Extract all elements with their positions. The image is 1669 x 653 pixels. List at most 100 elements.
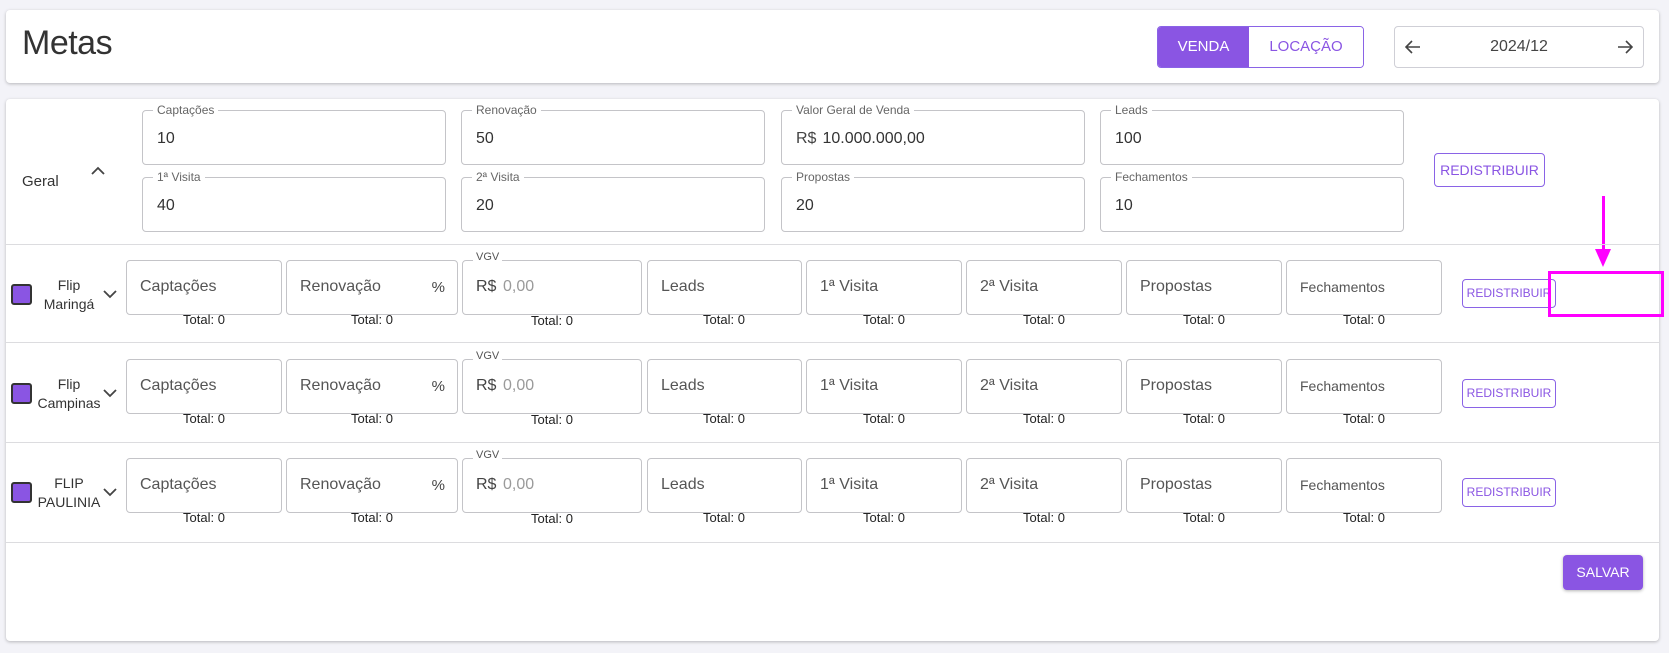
placeholder: 1ª Visita [820, 476, 879, 493]
visita2-input[interactable]: 2ª Visita [966, 260, 1122, 315]
renovacao-input[interactable]: Renovação% [286, 260, 458, 315]
field-value: 100 [1115, 130, 1142, 147]
placeholder: Leads [661, 278, 705, 295]
row-redistribute-button[interactable]: REDISTRIBUIR [1462, 279, 1556, 308]
placeholder: Fechamentos [1300, 378, 1385, 394]
chevron-down-icon[interactable] [102, 484, 118, 500]
renovacao-input[interactable]: Renovação% [286, 458, 458, 513]
visita1-input[interactable]: 1ª Visita [806, 260, 962, 315]
chevron-up-icon[interactable] [90, 162, 106, 178]
tab-locacao[interactable]: LOCAÇÃO [1249, 27, 1363, 67]
field-value: 20 [476, 197, 494, 214]
geral-renovacao-field[interactable]: Renovação 50 [461, 103, 765, 165]
chevron-down-icon[interactable] [102, 286, 118, 302]
row-checkbox[interactable] [11, 284, 32, 305]
total-vgv: Total: 0 [531, 412, 573, 427]
renovacao-input[interactable]: Renovação% [286, 359, 458, 414]
fechamentos-input[interactable]: Fechamentos [1286, 260, 1442, 315]
total-captacoes: Total: 0 [183, 312, 225, 327]
total-propostas: Total: 0 [1183, 312, 1225, 327]
visita1-input[interactable]: 1ª Visita [806, 458, 962, 513]
total-leads: Total: 0 [703, 510, 745, 525]
placeholder: 2ª Visita [980, 278, 1039, 295]
placeholder: 2ª Visita [980, 377, 1039, 394]
total-vgv: Total: 0 [531, 313, 573, 328]
divider [6, 244, 1659, 245]
captacoes-input[interactable]: Captações [126, 458, 282, 513]
visita2-input[interactable]: 2ª Visita [966, 359, 1122, 414]
vgv-label: VGV [473, 449, 503, 461]
total-visita2: Total: 0 [1023, 312, 1065, 327]
captacoes-input[interactable]: Captações [126, 359, 282, 414]
geral-label: Geral [22, 173, 59, 190]
divider [6, 442, 1659, 443]
row-name-line2: Maringá [43, 296, 95, 312]
leads-input[interactable]: Leads [647, 458, 802, 513]
placeholder: Captações [140, 377, 217, 394]
geral-fechamentos-field[interactable]: Fechamentos 10 [1100, 170, 1404, 232]
leads-input[interactable]: Leads [647, 359, 802, 414]
vgv-label: VGV [473, 350, 503, 362]
row-checkbox[interactable] [11, 482, 32, 503]
save-button[interactable]: SALVAR [1563, 555, 1643, 590]
goals-card: Geral Captações 10 Renovação 50 Valor Ge… [6, 99, 1664, 641]
vgv-input[interactable]: VGV R$ 0,00 [462, 251, 642, 315]
row-checkbox[interactable] [11, 383, 32, 404]
annotation-arrow-head [1595, 249, 1611, 267]
tab-venda[interactable]: VENDA [1158, 27, 1249, 67]
divider [6, 342, 1659, 343]
placeholder: 1ª Visita [820, 278, 879, 295]
fechamentos-input[interactable]: Fechamentos [1286, 359, 1442, 414]
geral-propostas-field[interactable]: Propostas 20 [781, 170, 1085, 232]
currency-prefix: R$ [796, 130, 817, 147]
propostas-input[interactable]: Propostas [1126, 458, 1282, 513]
total-leads: Total: 0 [703, 312, 745, 327]
row-name: Flip Campinas [34, 375, 104, 413]
visita1-input[interactable]: 1ª Visita [806, 359, 962, 414]
leads-input[interactable]: Leads [647, 260, 802, 315]
row-redistribute-button[interactable]: REDISTRIBUIR [1462, 379, 1556, 408]
field-label: Renovação [472, 103, 541, 117]
annotation-highlight-box [1548, 271, 1664, 317]
captacoes-input[interactable]: Captações [126, 260, 282, 315]
total-fechamentos: Total: 0 [1343, 312, 1385, 327]
total-fechamentos: Total: 0 [1343, 510, 1385, 525]
vgv-value: 10.000.000,00 [822, 130, 925, 147]
geral-leads-field[interactable]: Leads 100 [1100, 103, 1404, 165]
field-label: Fechamentos [1111, 170, 1192, 184]
row-name-line1: FLIP [54, 475, 84, 491]
chevron-down-icon[interactable] [102, 385, 118, 401]
propostas-input[interactable]: Propostas [1126, 359, 1282, 414]
total-renovacao: Total: 0 [351, 312, 393, 327]
currency-prefix: R$ [476, 278, 497, 295]
visita2-input[interactable]: 2ª Visita [966, 458, 1122, 513]
arrow-left-icon[interactable] [1403, 37, 1423, 57]
geral-visita2-field[interactable]: 2ª Visita 20 [461, 170, 765, 232]
field-value: 40 [157, 197, 175, 214]
arrow-right-icon[interactable] [1615, 37, 1635, 57]
geral-vgv-field[interactable]: Valor Geral de Venda R$ 10.000.000,00 [781, 103, 1085, 165]
row-name: Flip Maringá [34, 276, 104, 314]
geral-captacoes-field[interactable]: Captações 10 [142, 103, 446, 165]
field-label: 2ª Visita [472, 170, 524, 184]
field-label: Propostas [792, 170, 855, 184]
vgv-input[interactable]: VGV R$ 0,00 [462, 449, 642, 513]
vgv-input[interactable]: VGV R$ 0,00 [462, 350, 642, 414]
total-visita1: Total: 0 [863, 411, 905, 426]
field-label: 1ª Visita [153, 170, 205, 184]
total-captacoes: Total: 0 [183, 411, 225, 426]
type-toggle: VENDA LOCAÇÃO [1157, 26, 1364, 68]
placeholder: 2ª Visita [980, 476, 1039, 493]
geral-visita1-field[interactable]: 1ª Visita 40 [142, 170, 446, 232]
placeholder: Leads [661, 476, 705, 493]
placeholder: Renovação [300, 377, 381, 394]
fechamentos-input[interactable]: Fechamentos [1286, 458, 1442, 513]
propostas-input[interactable]: Propostas [1126, 260, 1282, 315]
row-redistribute-button[interactable]: REDISTRIBUIR [1462, 478, 1556, 507]
field-label: Leads [1111, 103, 1152, 117]
total-propostas: Total: 0 [1183, 411, 1225, 426]
placeholder: 1ª Visita [820, 377, 879, 394]
geral-redistribute-button[interactable]: REDISTRIBUIR [1434, 153, 1545, 187]
percent-suffix: % [431, 378, 445, 395]
percent-suffix: % [431, 477, 445, 494]
